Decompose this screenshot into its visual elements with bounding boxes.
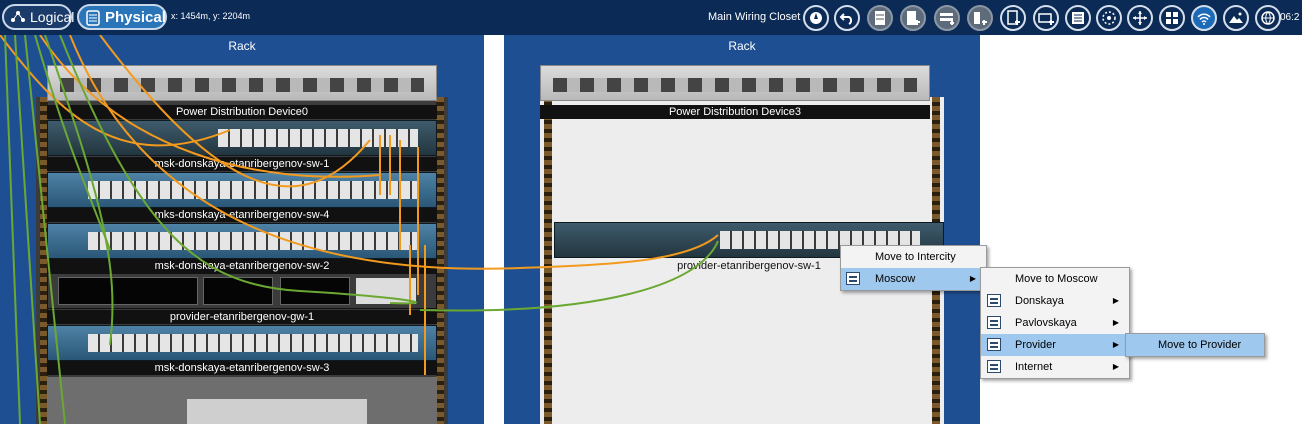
- physical-label: Physical: [105, 8, 166, 26]
- rack-icon[interactable]: [867, 5, 893, 31]
- move-icon[interactable]: [1127, 5, 1153, 31]
- new-rack-icon[interactable]: [900, 5, 926, 31]
- menu-item-moscow[interactable]: Moscow ▶: [841, 268, 986, 290]
- logical-label: Logical: [30, 9, 75, 25]
- submenu-arrow-icon: ▶: [969, 274, 976, 283]
- working-closet-icon[interactable]: [1255, 5, 1281, 31]
- location-icon: [987, 294, 1001, 307]
- grid-icon[interactable]: [1159, 5, 1185, 31]
- menu-item-donskaya[interactable]: Donskaya ▶: [981, 290, 1129, 312]
- menu-item-provider[interactable]: Provider ▶: [981, 334, 1129, 356]
- top-toolbar: Logical Physical x: 1454m, y: 2204m Main…: [0, 0, 1302, 35]
- menu-item-pavlovskaya[interactable]: Pavlovskaya ▶: [981, 312, 1129, 334]
- physical-icon: [85, 10, 101, 26]
- submenu-moscow: Move to Moscow Donskaya ▶ Pavlovskaya ▶ Pr…: [980, 267, 1130, 379]
- logical-mode-button[interactable]: Logical: [2, 4, 75, 30]
- new-table-icon[interactable]: [967, 5, 993, 31]
- submenu-arrow-icon: ▶: [1112, 296, 1119, 305]
- location-icon: [987, 338, 1001, 351]
- cluster-icon[interactable]: [1096, 5, 1122, 31]
- navigation-icon[interactable]: [803, 5, 829, 31]
- clock-readout: 06:2: [1280, 12, 1300, 23]
- context-menu: Move to Intercity Moscow ▶: [840, 245, 987, 291]
- location-label: Main Wiring Closet: [708, 11, 801, 23]
- location-icon: [987, 316, 1001, 329]
- submenu-arrow-icon: ▶: [1112, 362, 1119, 371]
- building-icon: [846, 272, 860, 285]
- device-list-icon[interactable]: [1065, 5, 1091, 31]
- menu-item-move-to-moscow[interactable]: Move to Moscow: [981, 268, 1129, 290]
- physical-mode-button[interactable]: Physical: [77, 4, 167, 30]
- submenu-arrow-icon: ▶: [1112, 340, 1119, 349]
- submenu-provider: Move to Provider: [1125, 333, 1265, 357]
- new-shelf-icon[interactable]: [934, 5, 960, 31]
- menu-item-move-to-provider[interactable]: Move to Provider: [1126, 334, 1264, 356]
- wireless-icon[interactable]: [1191, 5, 1217, 31]
- cables-layer: [0, 35, 719, 424]
- logical-icon: [10, 10, 26, 24]
- new-cabinet-icon[interactable]: [1000, 5, 1026, 31]
- menu-item-move-to-intercity[interactable]: Move to Intercity: [841, 246, 986, 268]
- location-icon: [987, 360, 1001, 373]
- coordinates-readout: x: 1454m, y: 2204m: [171, 11, 251, 21]
- back-icon[interactable]: [834, 5, 860, 31]
- submenu-arrow-icon: ▶: [1112, 318, 1119, 327]
- background-image-icon[interactable]: [1223, 5, 1249, 31]
- new-container-icon[interactable]: [1033, 5, 1059, 31]
- menu-item-internet[interactable]: Internet ▶: [981, 356, 1129, 378]
